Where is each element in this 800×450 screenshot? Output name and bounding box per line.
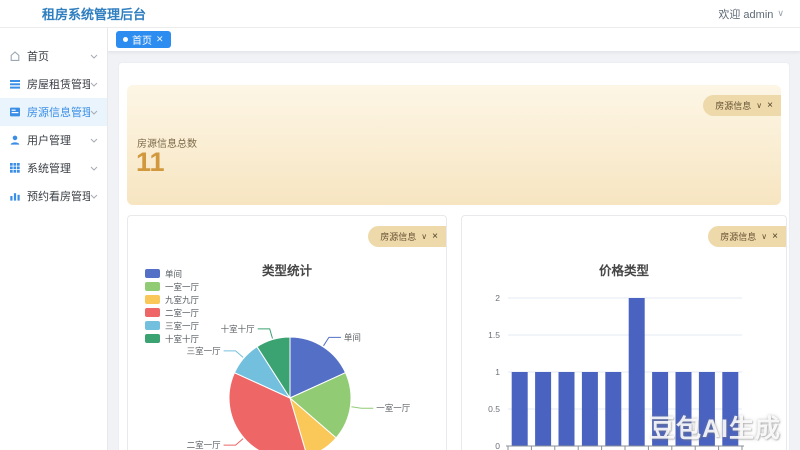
chevron-down-icon: ∨	[777, 8, 784, 18]
app-title: 租房系统管理后台	[42, 7, 147, 22]
tabs-bar: 首页 ✕	[108, 28, 800, 52]
summary-value: 11	[136, 147, 165, 177]
summary-card: 房源信息 ∨ × 房源信息总数 11	[127, 85, 781, 205]
pie-chart: 单间一室一厅九室九厅二室一厅三室一厅十室十厅	[187, 324, 411, 450]
content-panel: 房源信息 ∨ × 房源信息总数 11 房源信息 ∨ × 类型统计 单间 一室一厅九…	[118, 62, 790, 450]
chevron-down-icon	[90, 138, 98, 143]
svg-text:单间: 单间	[344, 332, 361, 342]
sidebar-item-2[interactable]: 房源信息管理	[0, 98, 107, 126]
svg-text:十室十厅: 十室十厅	[221, 324, 256, 334]
svg-text:三室一厅: 三室一厅	[187, 346, 222, 356]
sidebar-item-label: 首页	[27, 51, 49, 63]
bar-card-tag[interactable]: 房源信息 ∨ ×	[708, 226, 786, 247]
home-icon	[9, 50, 21, 62]
list-icon	[9, 78, 21, 90]
chart-icon	[9, 190, 21, 202]
chevron-down-icon[interactable]: ∨	[756, 101, 762, 110]
svg-text:0.5: 0.5	[488, 404, 500, 414]
sidebar-item-5[interactable]: 预约看房管理	[0, 182, 107, 210]
svg-text:二室一厅: 二室一厅	[187, 440, 222, 450]
sidebar-item-4[interactable]: 系统管理	[0, 154, 107, 182]
tag-label: 房源信息	[720, 232, 757, 242]
summary-card-tag[interactable]: 房源信息 ∨ ×	[703, 95, 781, 116]
pie-card-tag[interactable]: 房源信息 ∨ ×	[368, 226, 446, 247]
chevron-down-icon	[90, 166, 98, 171]
sidebar-item-0[interactable]: 首页	[0, 42, 107, 70]
tag-label: 房源信息	[715, 101, 752, 111]
welcome-text: 欢迎 admin	[718, 8, 774, 21]
user-menu[interactable]: 欢迎 admin ∨	[718, 6, 784, 22]
pie-chart-card: 房源信息 ∨ × 类型统计 单间 一室一厅 九室九厅 二室一厅 三室一厅 十室十厅 单间一…	[127, 215, 447, 450]
sidebar-item-label: 预约看房管理	[27, 191, 90, 203]
sidebar-item-label: 系统管理	[27, 163, 71, 175]
chevron-down-icon	[90, 194, 98, 199]
svg-text:1: 1	[495, 367, 500, 377]
svg-text:1.5: 1.5	[488, 330, 500, 340]
panel-icon	[9, 106, 21, 118]
close-icon[interactable]: ×	[767, 100, 773, 111]
svg-text:0: 0	[495, 441, 500, 450]
svg-text:一室一厅: 一室一厅	[376, 403, 411, 413]
user-icon	[9, 134, 21, 146]
sidebar-item-1[interactable]: 房屋租赁管理	[0, 70, 107, 98]
tab-label: 首页	[132, 36, 152, 47]
sidebar-item-label: 房源信息管理	[27, 107, 90, 119]
chevron-down-icon	[90, 82, 98, 87]
chevron-down-icon[interactable]: ∨	[761, 232, 767, 241]
chevron-down-icon	[90, 54, 98, 59]
app-window: 租房系统管理后台 欢迎 admin ∨ 首页房屋租赁管理 房源信息管理 用户管理系统…	[0, 0, 800, 450]
svg-text:2: 2	[495, 293, 500, 303]
sidebar-item-label: 用户管理	[27, 135, 71, 147]
tag-label: 房源信息	[380, 232, 417, 242]
close-icon[interactable]: ✕	[156, 35, 164, 44]
tab-home[interactable]: 首页 ✕	[116, 31, 171, 48]
sidebar-item-3[interactable]: 用户管理	[0, 126, 107, 154]
top-header: 租房系统管理后台 欢迎 admin ∨	[0, 0, 800, 28]
close-icon[interactable]: ×	[432, 231, 438, 242]
sidebar-item-label: 房屋租赁管理	[27, 79, 90, 91]
ai-watermark: 豆包AI生成	[650, 415, 782, 443]
close-icon[interactable]: ×	[772, 231, 778, 242]
sidebar-nav: 首页房屋租赁管理 房源信息管理 用户管理系统管理预约看房管理	[0, 28, 108, 450]
chevron-down-icon	[90, 110, 98, 115]
grid-icon	[9, 162, 21, 174]
chevron-down-icon[interactable]: ∨	[421, 232, 427, 241]
tab-active-dot-icon	[123, 37, 128, 42]
